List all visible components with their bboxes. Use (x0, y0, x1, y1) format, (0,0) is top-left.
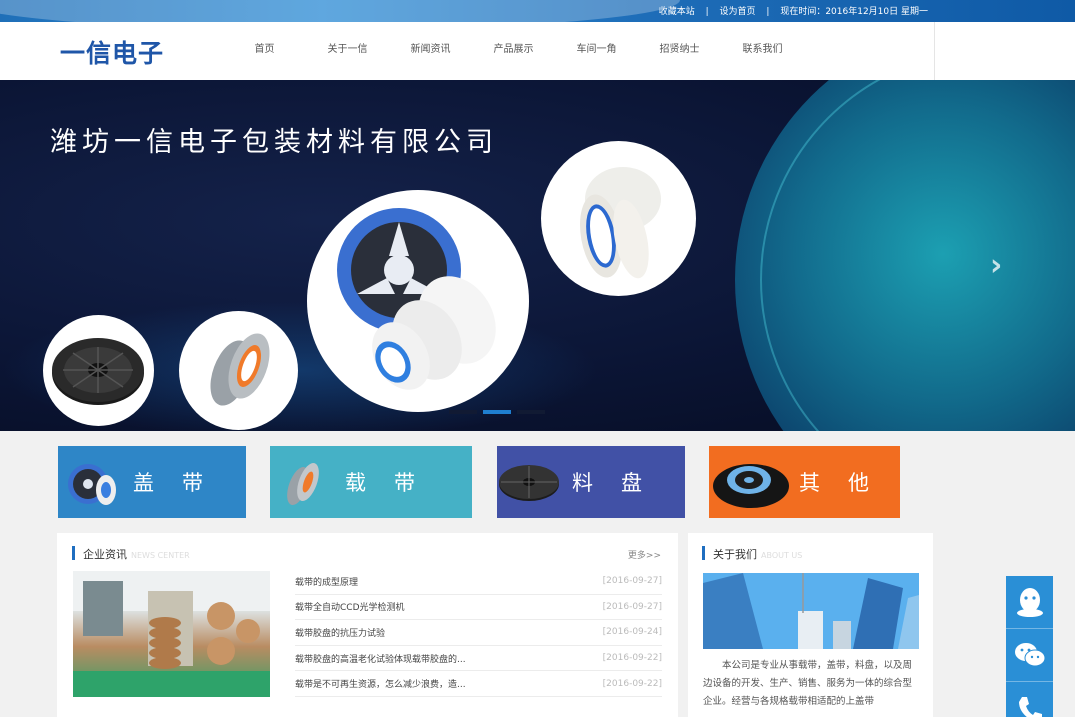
category-reel[interactable]: 料盘 (497, 446, 685, 518)
nav-workshop[interactable]: 车间一角 (555, 22, 638, 80)
news-item-title[interactable]: 载带的成型原理 (295, 575, 358, 588)
category-label: 其他 (799, 471, 897, 495)
news-item-date: [2016-09-24] (602, 627, 662, 638)
set-home-link[interactable]: 设为首页 (720, 4, 756, 17)
category-label: 盖带 (133, 471, 231, 495)
nav-jobs[interactable]: 招贤纳士 (638, 22, 721, 80)
category-cover-tape[interactable]: 盖带 (58, 446, 246, 518)
favorite-link[interactable]: 收藏本站 (659, 4, 695, 17)
wechat-button[interactable] (1006, 629, 1053, 682)
nav-products[interactable]: 产品展示 (472, 22, 555, 80)
phone-icon (1018, 696, 1042, 717)
white-tape-image (541, 141, 696, 296)
news-item-date: [2016-09-27] (602, 601, 662, 612)
site-header: 一信电子 首页 关于一信 新闻资讯 产品展示 车间一角 招贤纳士 联系我们 (0, 22, 1075, 80)
nav-about[interactable]: 关于一信 (306, 22, 389, 80)
about-section: 关于我们 ABOUT US 本公司是专业从事载带，盖带，料盘，以及周边设备的开发、… (688, 533, 933, 717)
hero-banner[interactable]: 潍坊一信电子包装材料有限公司 › (0, 80, 1075, 431)
banner-dot-3[interactable] (517, 410, 545, 414)
news-item[interactable]: 载带全自动CCD光学检测机 [2016-09-27] (295, 595, 662, 621)
news-item-title[interactable]: 载带胶盘的抗压力试验 (295, 626, 385, 639)
black-reel-image (43, 315, 154, 426)
banner-pagination (449, 410, 545, 414)
news-workshop-photo[interactable] (73, 571, 270, 697)
phone-button[interactable] (1006, 682, 1053, 717)
banner-next-arrow[interactable]: › (990, 248, 1002, 283)
banner-dot-1[interactable] (449, 410, 477, 414)
main-nav: 首页 关于一信 新闻资讯 产品展示 车间一角 招贤纳士 联系我们 (223, 22, 804, 80)
category-other[interactable]: 其他 (709, 446, 900, 518)
category-carrier-tape[interactable]: 载带 (270, 446, 472, 518)
news-item[interactable]: 载带胶盘的高温老化试验体现载带胶盘的... [2016-09-22] (295, 646, 662, 672)
carrier-tape-icon (287, 462, 319, 506)
top-bar: 收藏本站 | 设为首页 | 现在时间：2016年12月10日 星期一 (0, 0, 1075, 22)
nav-home[interactable]: 首页 (223, 22, 306, 80)
about-heading: 关于我们 ABOUT US (702, 546, 803, 561)
reel-icon (499, 465, 559, 501)
news-item[interactable]: 载带的成型原理 [2016-09-27] (295, 569, 662, 595)
news-item-title[interactable]: 载带全自动CCD光学检测机 (295, 600, 405, 613)
topbar-separator: | (766, 7, 770, 17)
news-list: 载带的成型原理 [2016-09-27] 载带全自动CCD光学检测机 [2016-0… (295, 569, 662, 697)
news-title-en: NEWS CENTER (131, 551, 190, 560)
blue-reel-tapes-image (307, 190, 529, 412)
banner-title: 潍坊一信电子包装材料有限公司 (50, 127, 498, 158)
category-label: 载带 (345, 471, 443, 495)
site-logo[interactable]: 一信电子 (60, 34, 164, 70)
news-item-date: [2016-09-22] (602, 653, 662, 664)
news-section: 企业资讯 NEWS CENTER 更多>> 载带的成型原理 [2016-09-27]… (57, 533, 678, 717)
about-description: 本公司是专业从事载带，盖带，料盘，以及周边设备的开发、生产、销售、服务为一体的综… (703, 660, 913, 707)
news-item-title[interactable]: 载带是不可再生资源，怎么减少浪费，造... (295, 677, 466, 690)
news-item[interactable]: 载带胶盘的抗压力试验 [2016-09-24] (295, 620, 662, 646)
topbar-links: 收藏本站 | 设为首页 | 现在时间：2016年12月10日 星期一 (659, 4, 928, 17)
qq-button[interactable] (1006, 576, 1053, 629)
topbar-separator: | (705, 7, 709, 17)
current-datetime: 现在时间：2016年12月10日 星期一 (780, 7, 928, 17)
orange-tape-image (179, 311, 298, 430)
topbar-wave-decoration (0, 0, 680, 22)
category-label: 料盘 (572, 471, 670, 495)
news-item-date: [2016-09-22] (602, 678, 662, 689)
news-item[interactable]: 载带是不可再生资源，怎么减少浪费，造... [2016-09-22] (295, 671, 662, 697)
news-item-title[interactable]: 载带胶盘的高温老化试验体现载带胶盘的... (295, 652, 466, 665)
about-title-en: ABOUT US (761, 551, 803, 560)
news-heading: 企业资讯 NEWS CENTER (72, 546, 190, 561)
side-contact-float (1006, 576, 1053, 717)
about-title: 关于我们 (713, 548, 757, 561)
news-more-link[interactable]: 更多>> (628, 548, 661, 561)
nav-news[interactable]: 新闻资讯 (389, 22, 472, 80)
nav-contact[interactable]: 联系我们 (721, 22, 804, 80)
header-divider (934, 22, 935, 80)
banner-dot-2[interactable] (483, 410, 511, 414)
news-title: 企业资讯 (83, 548, 127, 561)
wechat-icon (1014, 643, 1045, 667)
qq-icon (1016, 588, 1043, 617)
cover-tape-icon (68, 464, 116, 505)
news-item-date: [2016-09-27] (602, 576, 662, 587)
about-building-photo[interactable] (703, 573, 919, 649)
other-product-icon (713, 464, 789, 508)
